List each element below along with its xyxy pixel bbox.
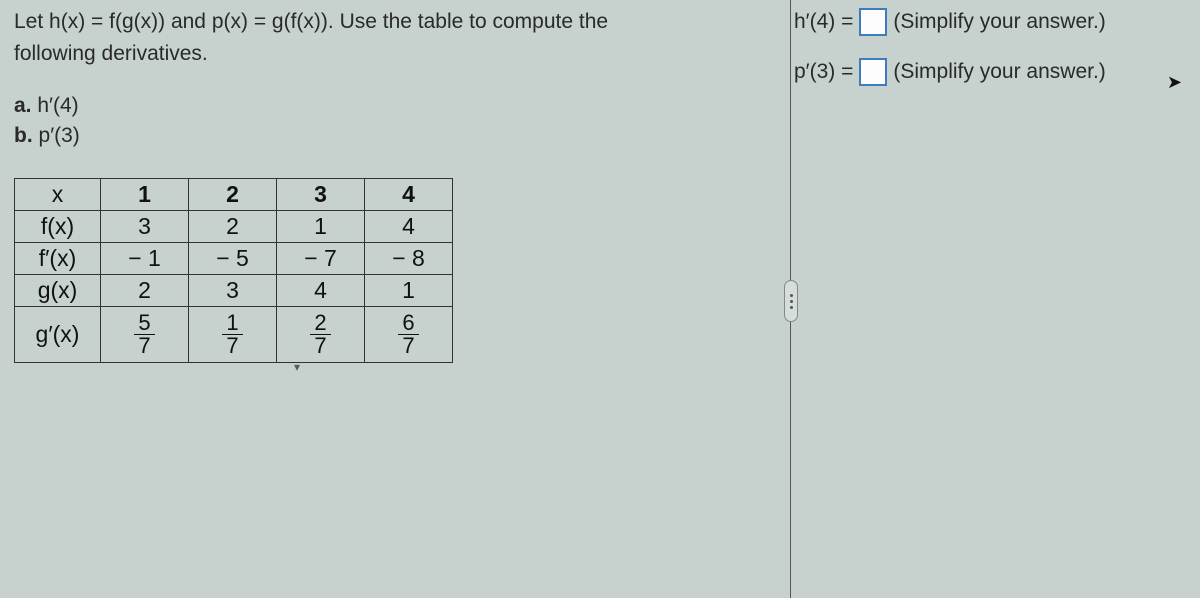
function-table: x 1 2 3 4 f(x) 3 2 1 4 f′(x) − 1 − 5 − 7… [14, 178, 453, 363]
gp-4: 67 [365, 306, 453, 362]
answer-a-input[interactable] [859, 8, 887, 36]
answer-b-input[interactable] [859, 58, 887, 86]
problem-pane: Let h(x) = f(g(x)) and p(x) = g(f(x)). U… [0, 0, 780, 598]
part-b-expr: p′(3) [39, 124, 80, 147]
part-b-label: b. [14, 124, 33, 147]
cursor-icon: ➤ [1167, 72, 1182, 93]
dot-icon [790, 300, 793, 303]
gp-3: 27 [277, 306, 365, 362]
fp-1: − 1 [101, 242, 189, 274]
parts-list: a. h′(4) b. p′(3) [14, 91, 766, 152]
g-3: 4 [277, 274, 365, 306]
answer-b-label: p′(3) = [794, 60, 853, 84]
f-2: 2 [189, 210, 277, 242]
part-a: a. h′(4) [14, 91, 766, 121]
answer-pane: h′(4) = (Simplify your answer.) p′(3) = … [780, 0, 1200, 598]
table-col-3: 3 [277, 178, 365, 210]
answer-b-hint: (Simplify your answer.) [893, 60, 1105, 84]
gp-1: 57 [101, 306, 189, 362]
dot-icon [790, 294, 793, 297]
prompt-line-1: Let h(x) = f(g(x)) and p(x) = g(f(x)). U… [14, 8, 766, 36]
f-1: 3 [101, 210, 189, 242]
g-1: 2 [101, 274, 189, 306]
g-4: 1 [365, 274, 453, 306]
row-label-gp: g′(x) [15, 306, 101, 362]
table-col-4: 4 [365, 178, 453, 210]
f-3: 1 [277, 210, 365, 242]
fp-3: − 7 [277, 242, 365, 274]
answer-row-a: h′(4) = (Simplify your answer.) [794, 8, 1186, 36]
dropdown-caret-icon[interactable]: ▾ [294, 360, 300, 374]
table-header-row: x 1 2 3 4 [15, 178, 453, 210]
row-label-g: g(x) [15, 274, 101, 306]
f-4: 4 [365, 210, 453, 242]
part-a-expr: h′(4) [37, 94, 78, 117]
table-row-fprime: f′(x) − 1 − 5 − 7 − 8 [15, 242, 453, 274]
part-a-label: a. [14, 94, 32, 117]
g-2: 3 [189, 274, 277, 306]
answer-a-label: h′(4) = [794, 10, 853, 34]
answer-row-b: p′(3) = (Simplify your answer.) [794, 58, 1186, 86]
fp-2: − 5 [189, 242, 277, 274]
table-row-f: f(x) 3 2 1 4 [15, 210, 453, 242]
table-col-2: 2 [189, 178, 277, 210]
table-row-gprime: g′(x) 57 17 27 67 [15, 306, 453, 362]
part-b: b. p′(3) [14, 121, 766, 151]
table-row-g: g(x) 2 3 4 1 [15, 274, 453, 306]
table-col-1: 1 [101, 178, 189, 210]
row-label-f: f(x) [15, 210, 101, 242]
expand-handle[interactable] [784, 280, 798, 322]
gp-2: 17 [189, 306, 277, 362]
dot-icon [790, 306, 793, 309]
fp-4: − 8 [365, 242, 453, 274]
answer-a-hint: (Simplify your answer.) [893, 10, 1105, 34]
prompt-line-2: following derivatives. [14, 40, 766, 68]
row-label-fp: f′(x) [15, 242, 101, 274]
table-header-x: x [15, 178, 101, 210]
